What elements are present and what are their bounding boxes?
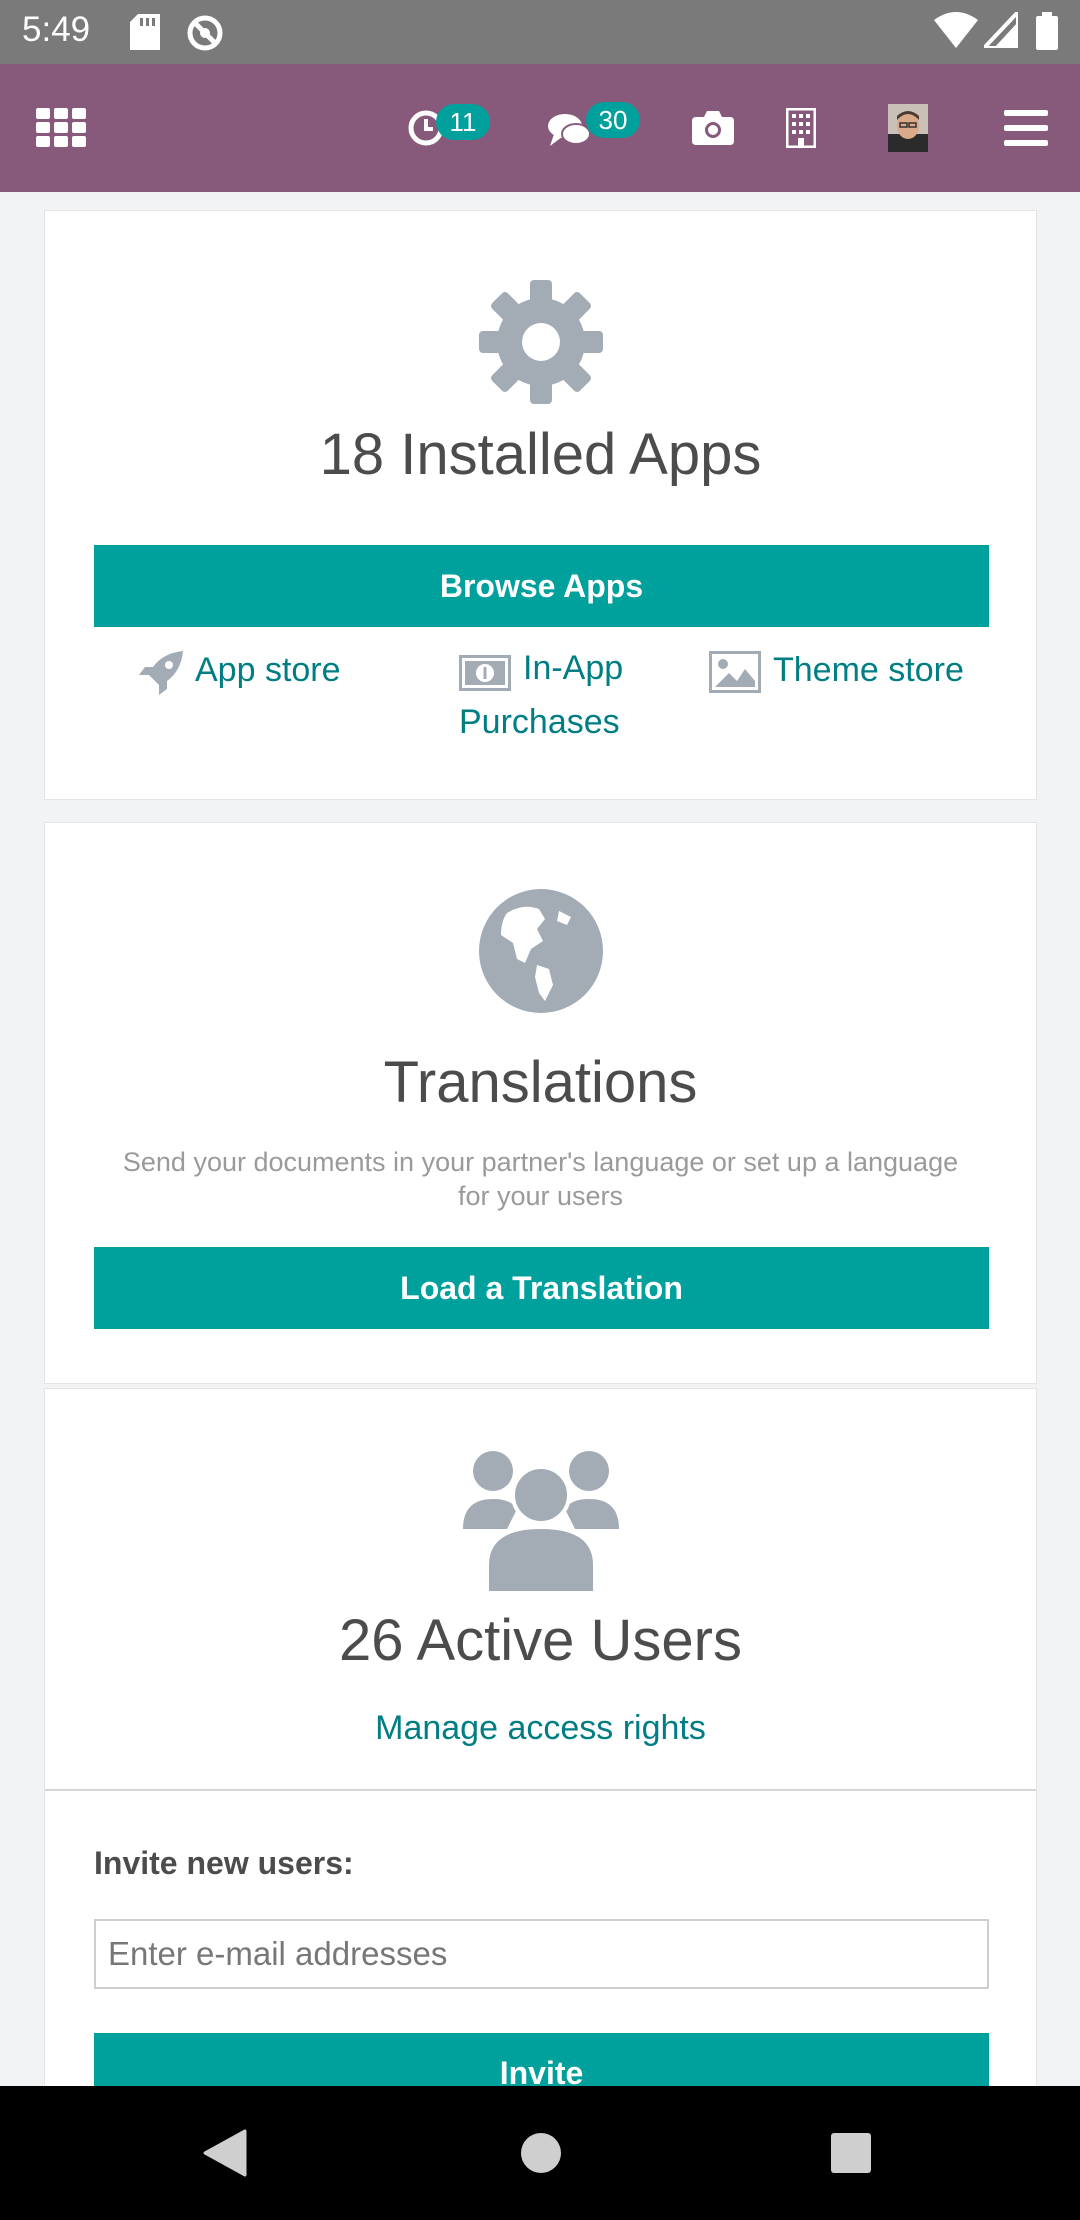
translations-title: Translations (383, 1050, 698, 1115)
theme-store-link[interactable]: Theme store (709, 651, 964, 698)
chat-icon (548, 112, 591, 153)
apps-grid-icon[interactable] (36, 106, 86, 150)
status-time: 5:49 (22, 10, 91, 49)
building-icon[interactable] (786, 106, 816, 150)
translations-description: Send your documents in your partner's la… (122, 1147, 959, 1211)
money-icon (459, 655, 511, 696)
manage-access-rights-link[interactable]: Manage access rights (45, 1709, 1036, 1748)
activity-count-badge: 11 (436, 104, 490, 140)
in-app-purchases-link[interactable]: In-App Purchases (459, 649, 623, 759)
hamburger-menu-icon[interactable] (1004, 110, 1048, 146)
users-card: 26 Active Users Manage access rights Inv… (44, 1388, 1037, 2086)
app-store-link[interactable]: App store (139, 651, 341, 700)
theme-store-label: Theme store (773, 651, 964, 689)
camera-icon[interactable] (692, 110, 734, 146)
settings-content: 18 Installed Apps Browse Apps App store … (0, 192, 1080, 2086)
system-nav-bar (0, 2086, 1080, 2220)
globe-icon (45, 889, 1036, 1018)
activity-button[interactable]: 11 (406, 104, 502, 152)
recents-icon[interactable] (826, 2086, 876, 2220)
sd-card-icon (130, 14, 160, 55)
status-bar: 5:49 (0, 0, 1080, 64)
battery-icon (1036, 12, 1058, 55)
translations-card: Translations Send your documents in your… (44, 822, 1037, 1384)
messages-button[interactable]: 30 (548, 102, 644, 152)
invite-email-input[interactable] (94, 1919, 989, 1989)
cell-signal-icon (979, 6, 1020, 53)
browse-apps-button[interactable]: Browse Apps (94, 545, 989, 627)
avatar[interactable] (888, 104, 928, 152)
users-divider (45, 1789, 1036, 1791)
image-icon (709, 651, 761, 698)
back-icon[interactable] (200, 2086, 250, 2220)
users-icon (45, 1447, 1036, 1598)
app-store-label: App store (195, 651, 341, 689)
installed-apps-title: 18 Installed Apps (319, 422, 762, 487)
rocket-icon (139, 651, 183, 700)
invite-label: Invite new users: (94, 1845, 354, 1881)
messages-count-badge: 30 (586, 102, 640, 138)
home-icon[interactable] (516, 2086, 566, 2220)
top-navbar: 11 30 (0, 64, 1080, 192)
in-app-purchases-label: In-App Purchases (459, 649, 624, 741)
active-users-title: 26 Active Users (339, 1608, 742, 1673)
wifi-icon (934, 12, 978, 53)
load-translation-button[interactable]: Load a Translation (94, 1247, 989, 1329)
at-sign-icon (186, 14, 224, 57)
apps-card: 18 Installed Apps Browse Apps App store … (44, 210, 1037, 800)
gear-icon (45, 279, 1036, 410)
invite-button[interactable]: Invite (94, 2033, 989, 2086)
